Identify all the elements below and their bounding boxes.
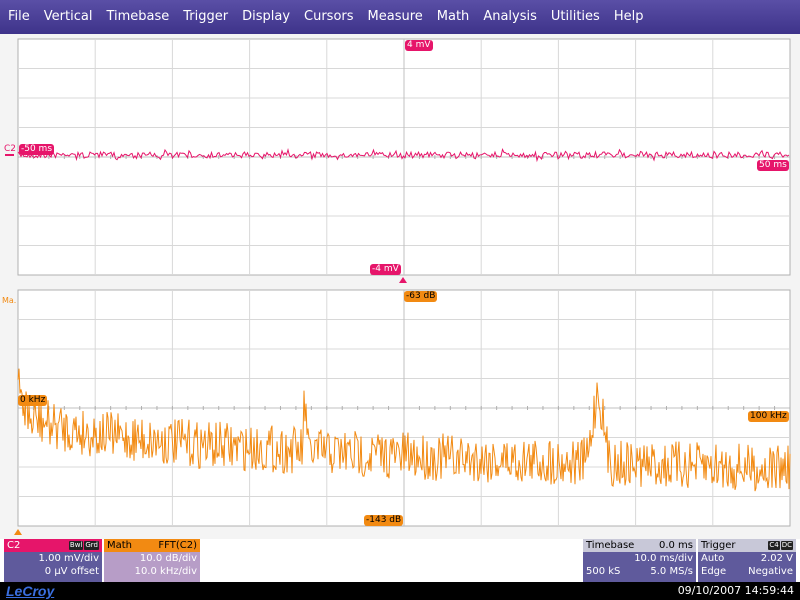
c2-bottom-scale-label: -4 mV [370,264,401,275]
waveform-display[interactable]: 4 mV -4 mV -50 ms 50 ms C2 -63 dB -143 d… [0,34,800,539]
math-function: FFT(C2) [158,540,197,551]
lecroy-logo: LeCroy [6,583,55,599]
timebase-sample-rate: 5.0 MS/s [650,566,693,577]
bandwidth-limit-badge: Bwl [68,541,84,550]
trigger-descriptor-box[interactable]: Trigger C4 DC Auto 2.02 V Edge Negative [698,539,796,582]
trigger-position-marker [399,277,407,283]
math-channel-label: Ma. [2,296,17,305]
date-time-display: 09/10/2007 14:59:44 [677,584,794,597]
trigger-source-badge: C4 [768,541,780,550]
menu-utilities[interactable]: Utilities [544,0,607,34]
menu-timebase[interactable]: Timebase [99,0,176,34]
menu-display[interactable]: Display [235,0,297,34]
math-grid [17,289,791,527]
timebase-title: Timebase [586,540,635,551]
scope-graticule [5,38,791,535]
trigger-mode: Auto [701,553,725,564]
trigger-level: 2.02 V [760,553,793,564]
menu-analysis[interactable]: Analysis [476,0,544,34]
trigger-slope: Negative [748,566,793,577]
status-bar: LeCroy 09/10/2007 14:59:44 [0,582,800,600]
c2-descriptor-box[interactable]: C2 Bwl Grd 1.00 mV/div 0 μV offset [4,539,102,582]
c2-left-time-label: -50 ms [19,144,55,155]
menu-measure[interactable]: Measure [361,0,430,34]
menu-help[interactable]: Help [607,0,651,34]
math-zero-marker [14,529,22,535]
c2-volts-per-div: 1.00 mV/div [38,553,99,564]
menu-trigger[interactable]: Trigger [176,0,235,34]
math-vertical-scale: 10.0 dB/div [139,553,197,564]
math-left-freq-label: 0 kHz [18,395,48,406]
trigger-type: Edge [701,566,727,577]
c2-offset: 0 μV offset [44,566,99,577]
math-horizontal-scale: 10.0 kHz/div [134,566,197,577]
menu-cursors[interactable]: Cursors [297,0,361,34]
timebase-descriptor-box[interactable]: Timebase 0.0 ms 10.0 ms/div 500 kS 5.0 M… [583,539,696,582]
trigger-coupling-badge: DC [780,541,793,550]
descriptor-panel: C2 Bwl Grd 1.00 mV/div 0 μV offset Math … [0,539,800,582]
math-bottom-scale-label: -143 dB [364,515,404,526]
menu-bar: File Vertical Timebase Trigger Display C… [0,0,800,34]
trigger-title: Trigger [701,540,736,551]
math-descriptor-name: Math [107,540,133,551]
c2-right-time-label: 50 ms [757,160,789,171]
c2-descriptor-name: C2 [7,540,21,551]
timebase-time-per-div: 10.0 ms/div [634,553,693,564]
timebase-delay: 0.0 ms [658,540,693,551]
math-right-freq-label: 100 kHz [748,411,789,422]
menu-math[interactable]: Math [430,0,477,34]
math-descriptor-box[interactable]: Math FFT(C2) 10.0 dB/div 10.0 kHz/div [104,539,200,582]
ground-coupling-badge: Grd [84,541,99,550]
timebase-samples: 500 kS [586,566,621,577]
math-top-scale-label: -63 dB [404,291,438,302]
menu-file[interactable]: File [0,0,37,34]
menu-vertical[interactable]: Vertical [37,0,100,34]
c2-channel-label: C2 [4,144,17,154]
c2-top-scale-label: 4 mV [405,40,433,51]
